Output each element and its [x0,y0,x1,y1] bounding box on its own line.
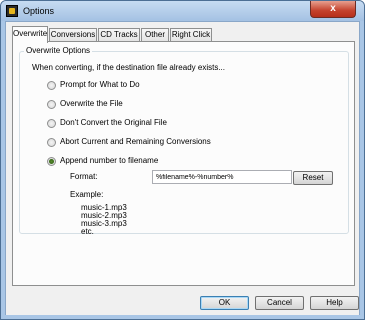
ok-button[interactable]: OK [200,296,249,310]
format-label: Format: [70,172,98,181]
option-label: Don't Convert the Original File [60,118,167,127]
radio-icon[interactable] [47,100,56,109]
tab-cd-tracks[interactable]: CD Tracks [98,28,140,42]
radio-icon[interactable] [47,138,56,147]
options-dialog: Options x Overwrite Conversions CD Track… [0,0,365,320]
radio-icon[interactable] [47,81,56,90]
title-bar[interactable]: Options x [1,1,364,21]
group-title: Overwrite Options [24,46,93,55]
close-button[interactable]: x [310,1,356,18]
tab-right-click[interactable]: Right Click [170,28,212,42]
dialog-button-bar: OK Cancel Help [6,287,359,315]
example-label: Example: [70,190,104,199]
option-label: Abort Current and Remaining Conversions [60,137,211,146]
help-button[interactable]: Help [310,296,359,310]
option-label: Overwrite the File [60,99,123,108]
reset-button[interactable]: Reset [293,171,333,185]
radio-selected-icon[interactable] [47,157,56,166]
radio-icon[interactable] [47,119,56,128]
overwrite-options-group: Overwrite Options When converting, if th… [19,46,349,236]
example-line: etc. [81,227,94,236]
intro-text: When converting, if the destination file… [32,63,225,72]
option-label: Prompt for What to Do [60,80,140,89]
tab-other[interactable]: Other [141,28,169,42]
tab-conversions[interactable]: Conversions [49,28,97,42]
dialog-client-area: Overwrite Conversions CD Tracks Other Ri… [5,21,360,315]
overwrite-tab-panel: Overwrite Options When converting, if th… [12,41,355,286]
window-title: Options [23,6,55,16]
tab-overwrite[interactable]: Overwrite [12,26,48,43]
format-input[interactable] [152,170,292,184]
option-label: Append number to filename [60,156,159,165]
cancel-button[interactable]: Cancel [255,296,304,310]
app-icon [6,5,18,17]
